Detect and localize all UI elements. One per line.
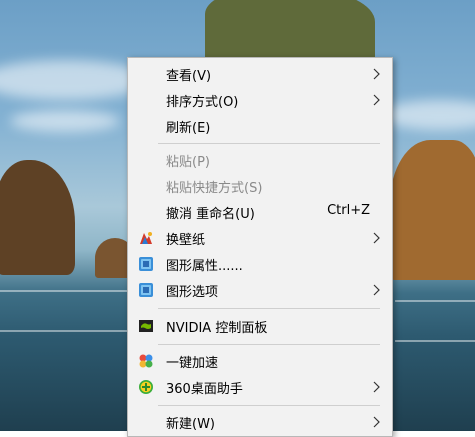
menu-item-undo-rename[interactable]: 撤消 重命名(U) Ctrl+Z (128, 199, 392, 225)
menu-item-shortcut: Ctrl+Z (327, 203, 370, 218)
menu-item-nvidia-control-panel[interactable]: NVIDIA 控制面板 (128, 313, 392, 339)
wallpaper-wave (395, 300, 475, 302)
menu-item-label: 新建(W) (166, 417, 215, 432)
menu-item-label: 查看(V) (166, 69, 212, 84)
menu-item-view[interactable]: 查看(V) (128, 61, 392, 87)
menu-item-new[interactable]: 新建(W) (128, 409, 392, 435)
chevron-right-icon (373, 94, 380, 106)
menu-item-label: 粘贴快捷方式(S) (166, 181, 263, 196)
chevron-right-icon (373, 381, 380, 393)
menu-item-label: 360桌面助手 (166, 382, 243, 397)
intel-graphics-icon (139, 283, 153, 297)
menu-item-360-desktop-assistant[interactable]: 360桌面助手 (128, 374, 392, 400)
menu-item-label: 一键加速 (166, 356, 219, 371)
menu-item-graphics-options[interactable]: 图形选项 (128, 277, 392, 303)
menu-item-label: 图形选项 (166, 285, 219, 300)
menu-item-refresh[interactable]: 刷新(E) (128, 113, 392, 139)
menu-separator (158, 405, 380, 406)
wallpaper-rock-left (0, 160, 75, 275)
menu-item-label: 图形属性...... (166, 259, 243, 274)
wallpaper-cloud (10, 110, 120, 132)
menu-item-paste-shortcut: 粘贴快捷方式(S) (128, 173, 392, 199)
wallpaper-wave (395, 340, 475, 342)
menu-item-one-click-boost[interactable]: 一键加速 (128, 348, 392, 374)
chevron-right-icon (373, 232, 380, 244)
wallpaper-icon (140, 232, 152, 244)
wallpaper-cloud (380, 100, 475, 130)
wallpaper-wave (0, 330, 130, 332)
menu-item-sort[interactable]: 排序方式(O) (128, 87, 392, 113)
menu-item-label: 换壁纸 (166, 233, 206, 248)
menu-item-paste: 粘贴(P) (128, 147, 392, 173)
menu-item-label: 撤消 重命名(U) (166, 207, 255, 222)
chevron-right-icon (373, 284, 380, 296)
intel-graphics-icon (139, 257, 153, 271)
menu-separator (158, 143, 380, 144)
menu-item-label: 排序方式(O) (166, 95, 239, 110)
chevron-right-icon (373, 68, 380, 80)
360-plus-icon (139, 380, 153, 394)
speedup-icon (139, 354, 153, 368)
menu-item-label: 粘贴(P) (166, 155, 210, 170)
wallpaper-rock-right (390, 140, 475, 280)
wallpaper-wave (0, 290, 130, 292)
menu-item-graphics-properties[interactable]: 图形属性...... (128, 251, 392, 277)
chevron-right-icon (373, 416, 380, 428)
menu-separator (158, 308, 380, 309)
nvidia-icon (139, 320, 153, 332)
menu-item-label: NVIDIA 控制面板 (166, 321, 268, 336)
menu-item-change-wallpaper[interactable]: 换壁纸 (128, 225, 392, 251)
menu-item-label: 刷新(E) (166, 121, 211, 136)
menu-separator (158, 344, 380, 345)
desktop-context-menu: 查看(V) 排序方式(O) 刷新(E) 粘贴(P) 粘贴快捷方式(S) 撤消 重… (127, 57, 393, 437)
